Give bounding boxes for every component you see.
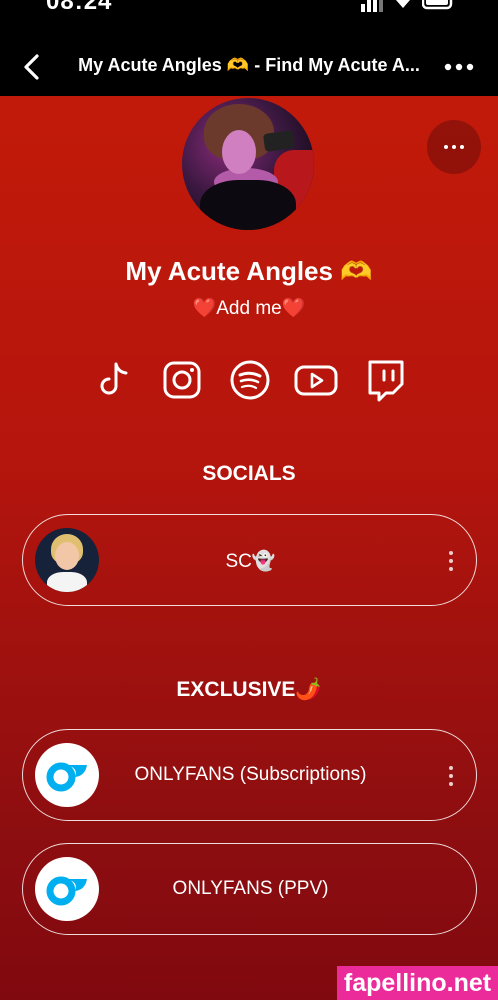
tiktok-icon[interactable] (92, 358, 136, 402)
link-label: ONLYFANS (PPV) (172, 878, 329, 899)
bitmoji-avatar (35, 528, 99, 592)
profile-name: My Acute Angles 🫶 (125, 256, 373, 286)
link-menu-icon[interactable] (442, 764, 460, 788)
section-title-exclusive: EXCLUSIVE🌶️ (176, 678, 322, 701)
section-title-socials: SOCIALS (202, 462, 296, 485)
browser-nav-bar: My Acute Angles 🫶 - Find My Acute A... (0, 38, 498, 96)
link-card-onlyfans-ppv[interactable]: ONLYFANS (PPV) (22, 843, 477, 935)
wifi-icon (396, 0, 410, 8)
youtube-icon[interactable] (294, 358, 338, 402)
link-card-snapchat[interactable]: SC👻 (22, 514, 477, 606)
link-label: ONLYFANS (Subscriptions) (134, 764, 367, 785)
status-time: 08:24 (46, 0, 113, 15)
cellular-signal-icon (361, 0, 383, 12)
link-menu-icon[interactable] (442, 549, 460, 573)
twitch-icon[interactable] (364, 358, 408, 402)
more-options-icon[interactable] (442, 54, 476, 80)
profile-avatar (182, 98, 314, 230)
status-bar: 08:24 (0, 0, 498, 38)
watermark: fapellino.net (337, 966, 498, 1000)
linktree-page: My Acute Angles 🫶 ❤️Add me❤️ SOCIALS SC👻… (0, 96, 498, 1000)
spotify-icon[interactable] (228, 358, 272, 402)
onlyfans-logo-icon (35, 857, 99, 921)
back-chevron-icon[interactable] (18, 52, 46, 82)
profile-menu-button[interactable] (427, 120, 481, 174)
profile-bio: ❤️Add me❤️ (192, 298, 306, 319)
battery-icon (422, 0, 453, 10)
link-label: SC👻 (225, 551, 276, 572)
social-icons-row (92, 358, 408, 402)
link-card-onlyfans-subscriptions[interactable]: ONLYFANS (Subscriptions) (22, 729, 477, 821)
onlyfans-logo-icon (35, 743, 99, 807)
instagram-icon[interactable] (160, 358, 204, 402)
page-title: My Acute Angles 🫶 - Find My Acute A... (78, 55, 420, 75)
